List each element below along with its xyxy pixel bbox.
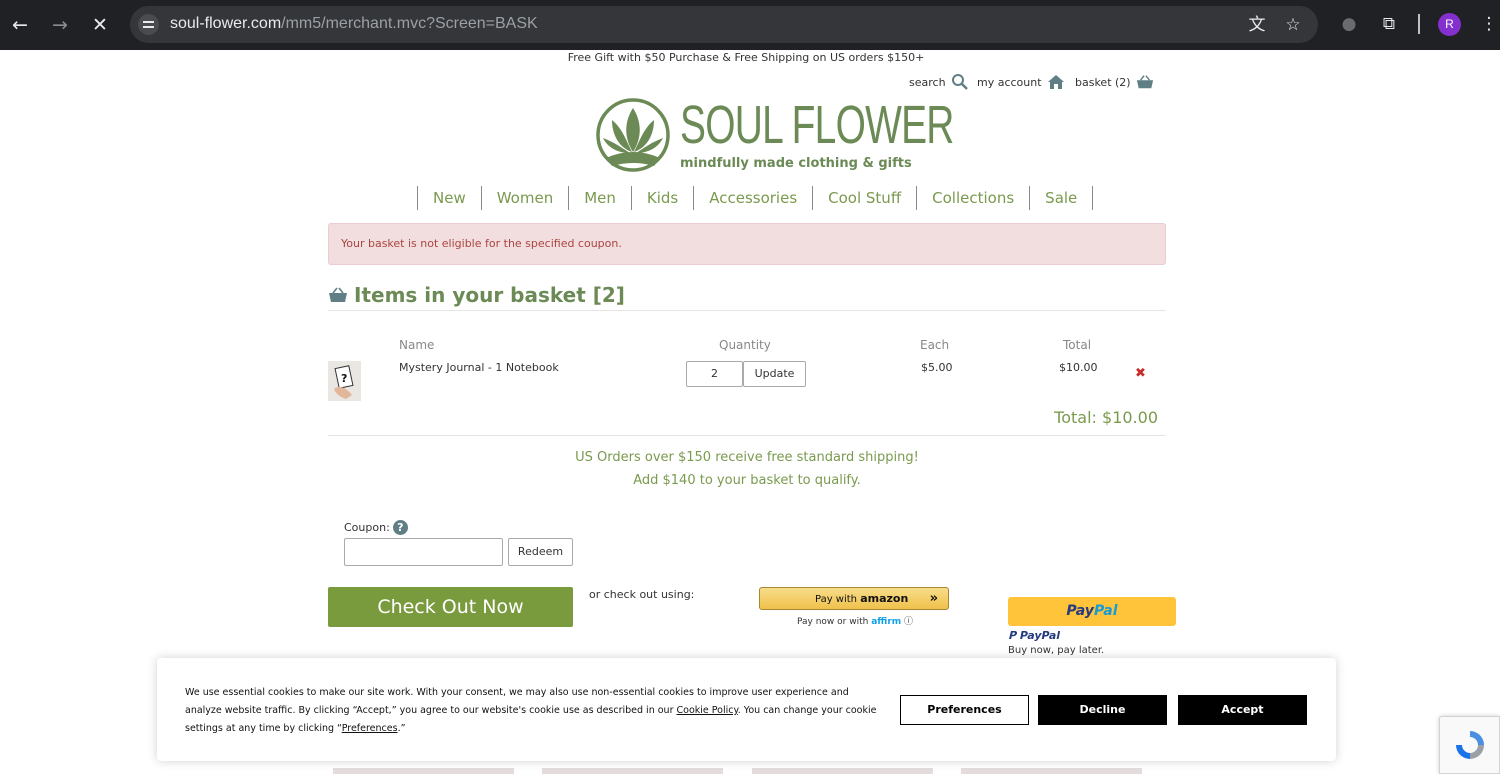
quantity-input[interactable]: 2 bbox=[686, 361, 743, 387]
affirm-info[interactable]: Pay now or with affirm ⓘ bbox=[797, 614, 913, 627]
product-card[interactable] bbox=[333, 768, 514, 774]
check-out-now-button[interactable]: Check Out Now bbox=[328, 587, 573, 627]
forward-arrow-icon[interactable]: → bbox=[47, 12, 73, 38]
basket-icon bbox=[1136, 75, 1153, 89]
basket-heading: Items in your basket [2] bbox=[328, 283, 625, 307]
soul-flower-logo[interactable]: SOUL FLOWER mindfully made clothing & gi… bbox=[594, 96, 954, 176]
product-thumbnail[interactable]: ? bbox=[328, 361, 361, 401]
basket-label: basket (2) bbox=[1075, 75, 1131, 89]
address-bar[interactable]: soul-flower.com/mm5/merchant.mvc?Screen=… bbox=[130, 6, 1318, 43]
nav-item-women[interactable]: Women bbox=[482, 186, 570, 210]
amazon-pay-prefix: Pay with bbox=[815, 594, 858, 605]
url-path: /mm5/merchant.mvc?Screen=BASK bbox=[281, 15, 538, 32]
paypal-later-text: Buy now, pay later. bbox=[1008, 645, 1105, 656]
cookie-preferences-button[interactable]: Preferences bbox=[900, 695, 1029, 725]
paypal-wordmark-pal: Pal bbox=[1093, 603, 1118, 619]
nav-item-collections[interactable]: Collections bbox=[917, 186, 1031, 210]
basket-total: Total: $10.00 bbox=[1054, 408, 1158, 427]
help-question-icon[interactable]: ? bbox=[392, 520, 408, 535]
nav-item-men[interactable]: Men bbox=[569, 186, 632, 210]
affirm-text: Pay now or with bbox=[797, 617, 869, 627]
redeem-button[interactable]: Redeem bbox=[508, 538, 573, 566]
main-navigation: New Women Men Kids Accessories Cool Stuf… bbox=[417, 186, 1094, 210]
column-header-each: Each bbox=[920, 338, 950, 352]
double-chevron-icon: » bbox=[929, 591, 938, 606]
back-arrow-icon[interactable]: ← bbox=[7, 12, 33, 38]
paypal-credit-logo: 𝗣 PayPal bbox=[1008, 629, 1060, 642]
basket-heading-text: Items in your basket [2] bbox=[354, 283, 625, 307]
column-header-quantity: Quantity bbox=[719, 338, 771, 352]
cookie-accept-button[interactable]: Accept bbox=[1178, 695, 1307, 725]
column-header-total: Total bbox=[1063, 338, 1092, 352]
nav-item-new[interactable]: New bbox=[418, 186, 482, 210]
profile-avatar[interactable]: R bbox=[1438, 13, 1461, 36]
item-line-total: $10.00 bbox=[1059, 361, 1098, 374]
amazon-logo-text: amazon bbox=[860, 592, 909, 605]
mystery-journal-image: ? bbox=[334, 365, 354, 399]
alternative-checkout-label: or check out using: bbox=[589, 588, 695, 601]
cookie-decline-button[interactable]: Decline bbox=[1038, 695, 1167, 725]
shipping-qualify-notice: Add $140 to your basket to qualify. bbox=[633, 473, 861, 488]
search-link[interactable]: search bbox=[909, 73, 969, 91]
cookie-preferences-link[interactable]: Preferences bbox=[342, 723, 398, 734]
free-shipping-notice: US Orders over $150 receive free standar… bbox=[575, 450, 919, 465]
remove-item-close-icon[interactable]: ✖ bbox=[1135, 366, 1146, 381]
site-info-icon[interactable] bbox=[138, 14, 159, 35]
logo-wordmark: SOUL FLOWER bbox=[680, 95, 954, 155]
heading-divider bbox=[328, 310, 1166, 311]
paypal-logo-text: PayPal bbox=[1019, 629, 1061, 642]
promo-banner: Free Gift with $50 Purchase & Free Shipp… bbox=[567, 51, 925, 64]
total-divider bbox=[328, 435, 1166, 436]
url-text: soul-flower.com/mm5/merchant.mvc?Screen=… bbox=[170, 15, 538, 33]
paypal-p-icon: 𝗣 bbox=[1008, 629, 1020, 642]
cookie-message: We use essential cookies to make our sit… bbox=[185, 684, 885, 738]
recaptcha-logo-icon bbox=[1456, 731, 1484, 759]
lotus-emblem-icon bbox=[596, 98, 670, 172]
search-icon bbox=[951, 74, 968, 90]
extensions-puzzle-icon[interactable]: ⧉ bbox=[1378, 13, 1400, 35]
cookie-consent-banner: We use essential cookies to make our sit… bbox=[157, 658, 1336, 761]
product-card[interactable] bbox=[961, 768, 1142, 774]
translate-icon[interactable]: 文 bbox=[1247, 15, 1267, 35]
update-quantity-button[interactable]: Update bbox=[743, 361, 806, 387]
recaptcha-badge[interactable] bbox=[1439, 716, 1500, 774]
bookmark-star-icon[interactable]: ☆ bbox=[1283, 15, 1303, 35]
search-label: search bbox=[909, 75, 946, 89]
browser-toolbar: ← → ✕ soul-flower.com/mm5/merchant.mvc?S… bbox=[0, 0, 1500, 50]
product-card[interactable] bbox=[752, 768, 933, 774]
url-host: soul-flower.com bbox=[170, 15, 282, 32]
logo-tagline: mindfully made clothing & gifts bbox=[680, 156, 912, 171]
svg-text:?: ? bbox=[341, 372, 347, 385]
nav-item-accessories[interactable]: Accessories bbox=[694, 186, 814, 210]
paypal-wordmark-pay: Pay bbox=[1066, 603, 1094, 619]
paypal-button[interactable]: PayPal bbox=[1008, 597, 1176, 626]
browser-menu-icon[interactable]: ⋮ bbox=[1478, 13, 1500, 35]
affirm-logo-text: affirm bbox=[871, 617, 902, 627]
amazon-pay-button[interactable]: Pay with amazon » bbox=[759, 587, 949, 610]
basket-link[interactable]: basket (2) bbox=[1075, 73, 1154, 91]
nav-item-kids[interactable]: Kids bbox=[632, 186, 695, 210]
house-icon bbox=[1047, 75, 1064, 89]
basket-icon bbox=[329, 287, 347, 302]
product-card[interactable] bbox=[542, 768, 723, 774]
stop-loading-close-icon[interactable]: ✕ bbox=[87, 12, 113, 38]
toolbar-divider bbox=[1418, 14, 1420, 34]
item-name[interactable]: Mystery Journal - 1 Notebook bbox=[399, 361, 559, 374]
coupon-error-alert: Your basket is not eligible for the spec… bbox=[328, 223, 1166, 265]
my-account-link[interactable]: my account bbox=[977, 73, 1065, 91]
column-header-name: Name bbox=[399, 338, 435, 352]
item-each-price: $5.00 bbox=[921, 361, 953, 374]
coupon-label-text: Coupon: bbox=[344, 521, 390, 534]
extension-android-icon[interactable]: ● bbox=[1338, 13, 1360, 35]
coupon-input[interactable] bbox=[344, 538, 503, 566]
cookie-text-part3: .” bbox=[397, 723, 406, 734]
nav-item-sale[interactable]: Sale bbox=[1030, 186, 1094, 210]
nav-item-cool-stuff[interactable]: Cool Stuff bbox=[813, 186, 918, 210]
coupon-label: Coupon: ? bbox=[344, 520, 408, 535]
cookie-policy-link[interactable]: Cookie Policy bbox=[677, 705, 738, 716]
info-circle-icon[interactable]: ⓘ bbox=[904, 617, 913, 627]
account-label: my account bbox=[977, 75, 1042, 89]
